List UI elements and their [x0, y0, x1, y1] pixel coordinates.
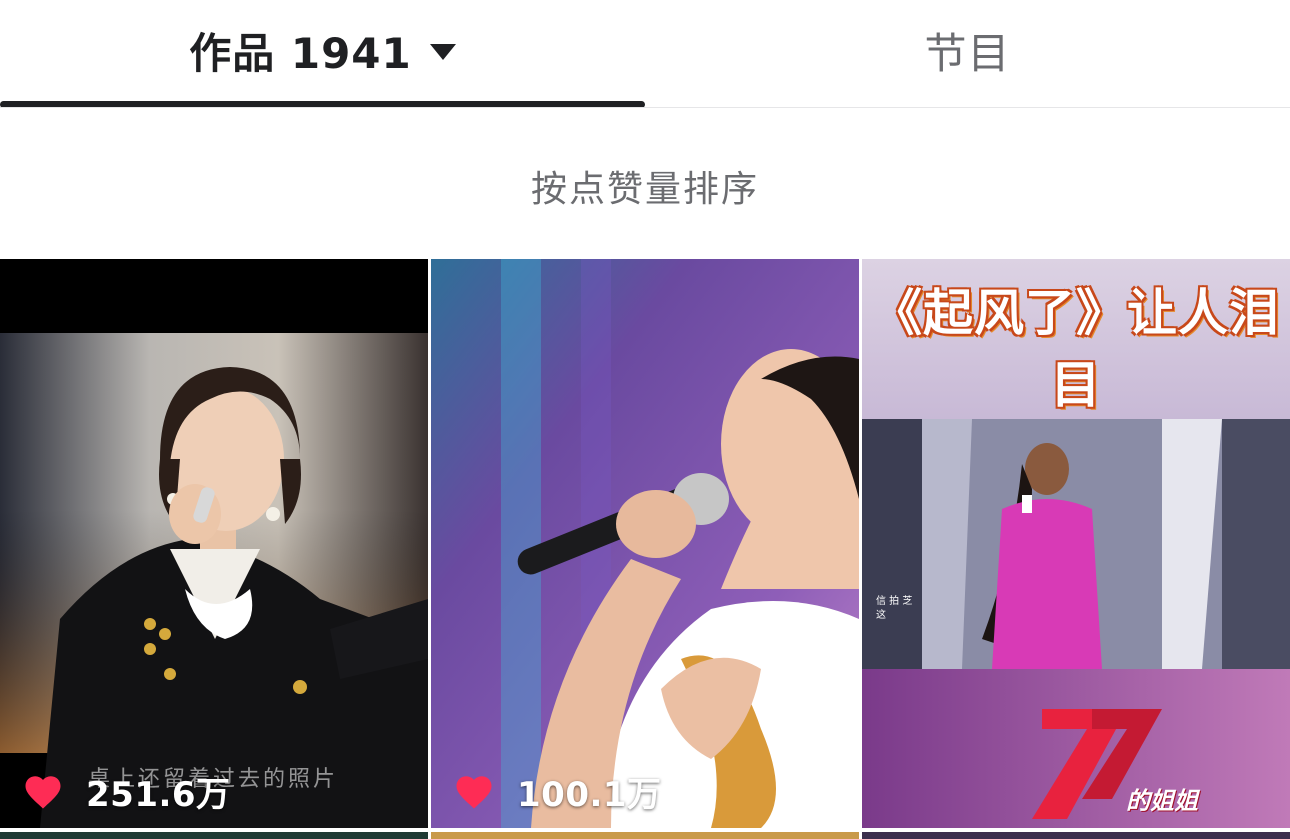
- video-card-partial[interactable]: [431, 832, 859, 839]
- like-count: 100.1万: [517, 774, 662, 815]
- heart-icon: [456, 776, 492, 809]
- video-banner-title: 《起风了》让人泪目: [872, 284, 1280, 414]
- tab-divider: [0, 107, 1290, 108]
- tab-works-label: 作品 1941: [189, 28, 412, 78]
- tab-works[interactable]: 作品 1941: [0, 0, 645, 100]
- like-count: 251.6万: [86, 774, 231, 815]
- video-card[interactable]: 《起风了》让人泪目 信 拍 芝 这 的姐姐: [862, 259, 1290, 828]
- video-card[interactable]: 100.1万: [431, 259, 859, 828]
- next-row-preview: [0, 832, 1290, 839]
- dropdown-caret-icon[interactable]: [429, 44, 456, 60]
- like-count-badge: 100.1万: [453, 767, 662, 815]
- video-lyric: 信 拍 芝 这: [876, 596, 913, 621]
- video-grid: 桌上还留着过去的照片 251.6万 100.1万 《起风了》让人泪目 信 拍 芝…: [0, 259, 1290, 839]
- tab-shows-label: 节目: [924, 28, 1011, 78]
- sort-by-likes-label[interactable]: 按点赞量排序: [0, 160, 1290, 212]
- video-thumbnail: [431, 259, 859, 828]
- video-thumbnail: [0, 259, 428, 828]
- like-count-badge: 251.6万: [22, 767, 231, 815]
- video-card-partial[interactable]: [862, 832, 1290, 839]
- video-card-partial[interactable]: [0, 832, 428, 839]
- video-card[interactable]: 桌上还留着过去的照片 251.6万: [0, 259, 428, 828]
- tab-bar: 作品 1941 节目: [0, 0, 1290, 108]
- tab-shows[interactable]: 节目: [645, 0, 1290, 100]
- show-logo-text: 的姐姐: [1126, 787, 1198, 815]
- heart-icon: [25, 776, 61, 809]
